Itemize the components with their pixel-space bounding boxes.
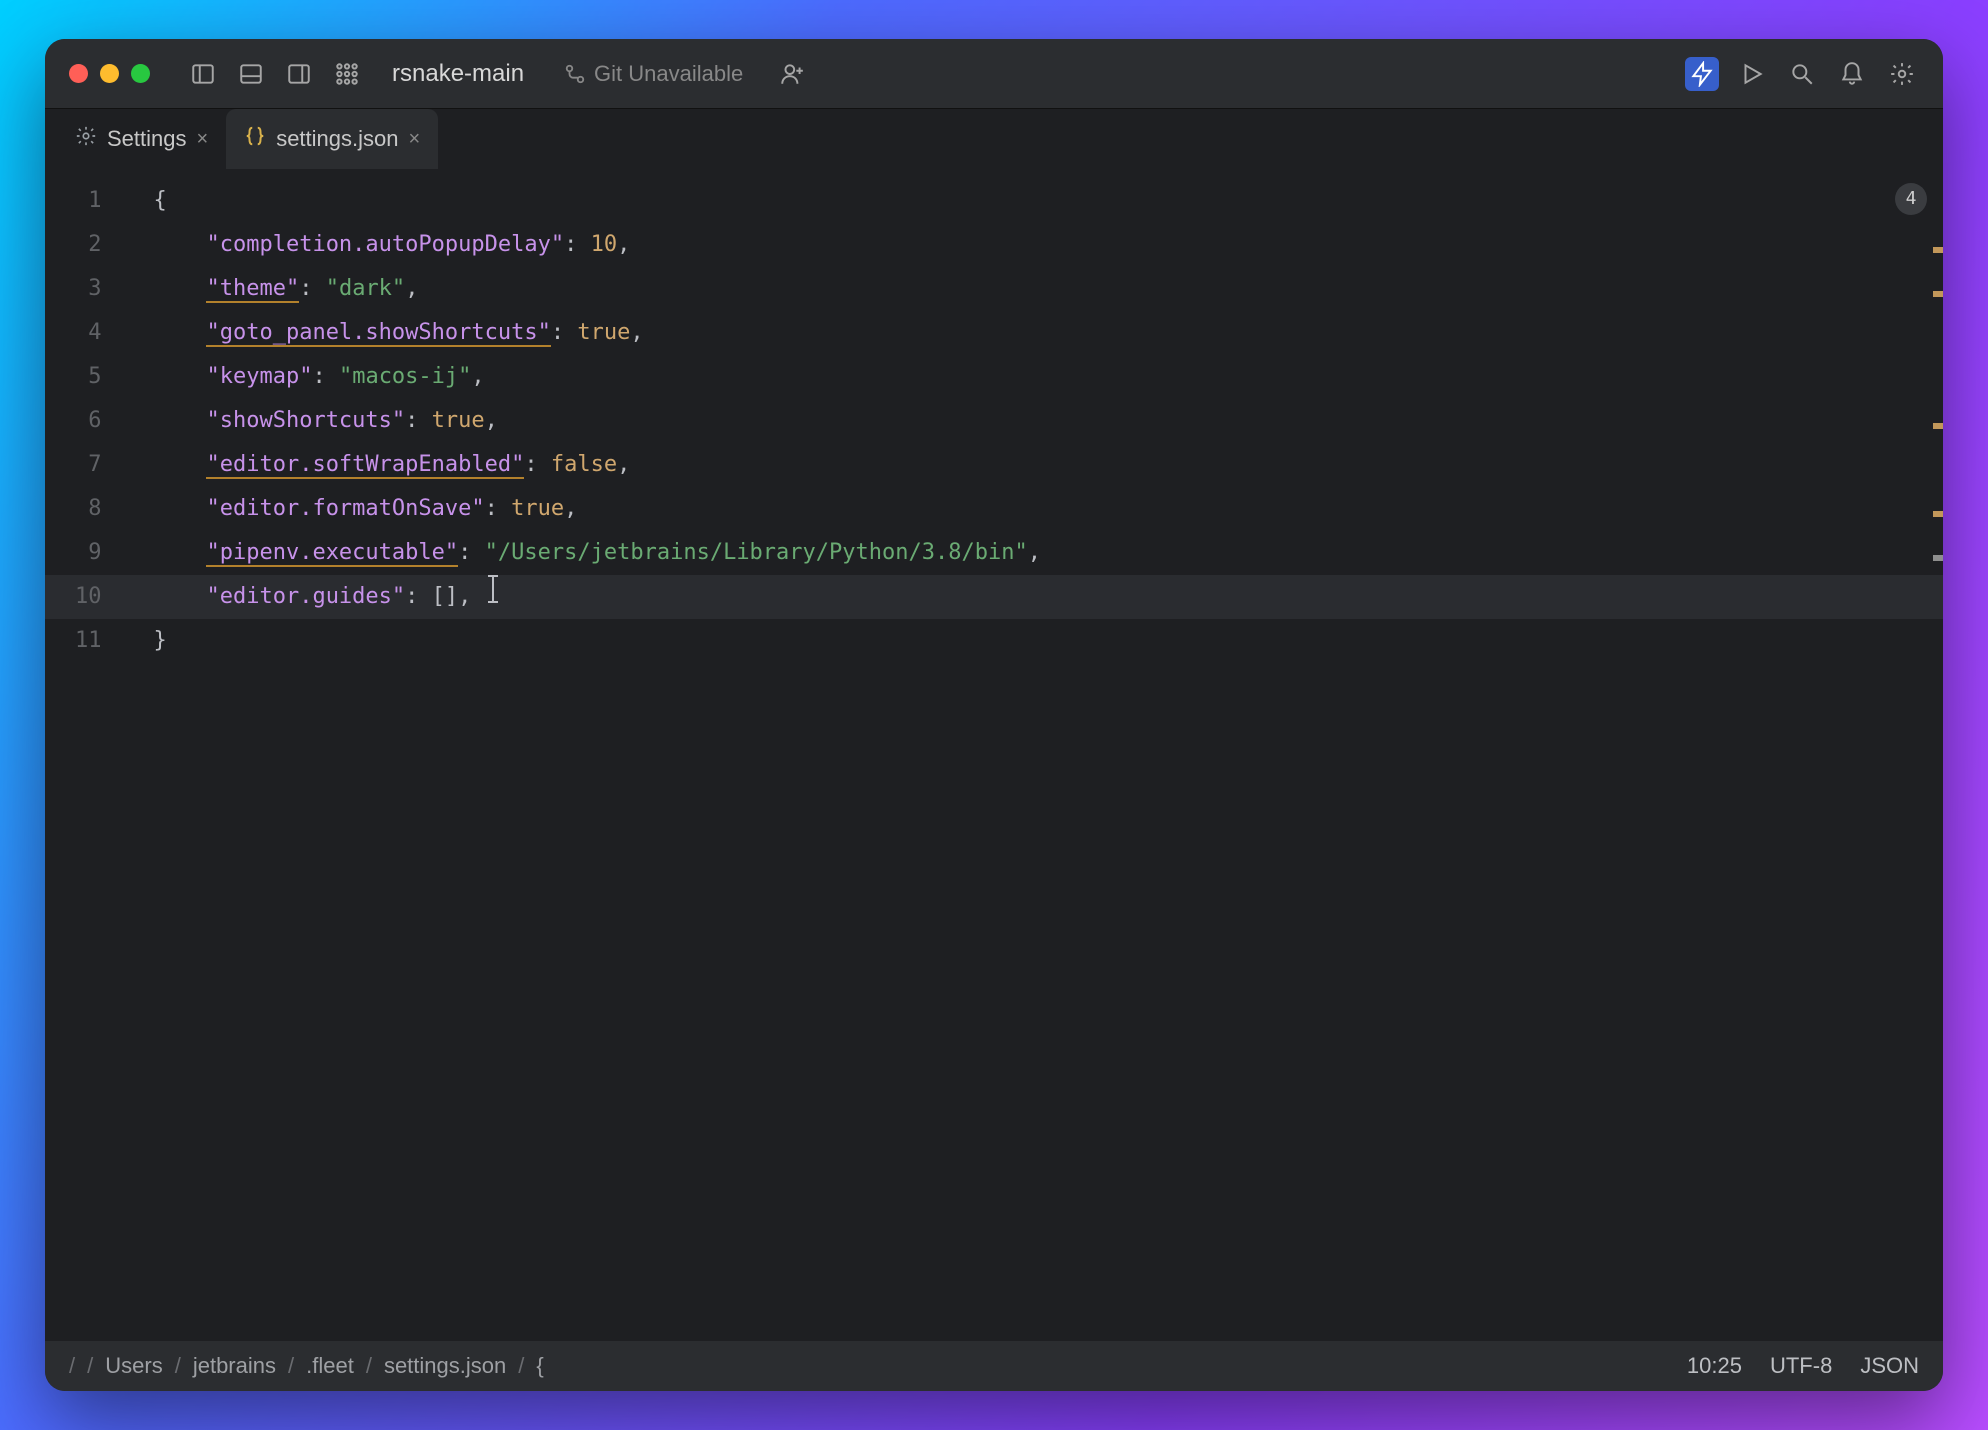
- close-tab-icon[interactable]: ×: [197, 128, 209, 151]
- code-line[interactable]: "pipenv.executable": "/Users/jetbrains/L…: [154, 531, 1944, 575]
- tab-label: Settings: [107, 126, 187, 152]
- file-encoding[interactable]: UTF-8: [1770, 1353, 1832, 1379]
- breadcrumb[interactable]: / / Users / jetbrains / .fleet / settings.json / {: [69, 1353, 544, 1379]
- line-gutter: 1234567891011: [45, 169, 124, 1341]
- breadcrumb-separator: /: [366, 1353, 372, 1379]
- code-line[interactable]: "theme": "dark",: [154, 267, 1944, 311]
- breadcrumb-segment[interactable]: settings.json: [384, 1353, 506, 1379]
- run-icon[interactable]: [1735, 57, 1769, 91]
- titlebar: rsnake-main Git Unavailable: [45, 39, 1943, 109]
- code-line[interactable]: {: [154, 179, 1944, 223]
- gear-icon: [75, 125, 97, 153]
- tab-settings[interactable]: Settings ×: [57, 109, 226, 169]
- tab-settings-json[interactable]: settings.json ×: [226, 109, 438, 169]
- code-area[interactable]: { "completion.autoPopupDelay": 10, "them…: [124, 169, 1944, 1341]
- notifications-icon[interactable]: [1835, 57, 1869, 91]
- tab-label: settings.json: [276, 126, 398, 152]
- cursor-position[interactable]: 10:25: [1687, 1353, 1742, 1379]
- breadcrumb-separator: /: [69, 1353, 75, 1379]
- git-status-label: Git Unavailable: [594, 61, 743, 87]
- breadcrumb-separator: /: [87, 1353, 93, 1379]
- bottom-panel-toggle-icon[interactable]: [234, 57, 268, 91]
- text-cursor-icon: [485, 575, 501, 603]
- git-status[interactable]: Git Unavailable: [564, 61, 743, 87]
- apps-grid-icon[interactable]: [330, 57, 364, 91]
- zoom-window-button[interactable]: [131, 64, 150, 83]
- app-window: rsnake-main Git Unavailable: [45, 39, 1943, 1391]
- code-line[interactable]: "editor.formatOnSave": true,: [154, 487, 1944, 531]
- smart-mode-icon[interactable]: [1685, 57, 1719, 91]
- breadcrumb-separator: /: [518, 1353, 524, 1379]
- right-panel-toggle-icon[interactable]: [282, 57, 316, 91]
- code-line[interactable]: "goto_panel.showShortcuts": true,: [154, 311, 1944, 355]
- code-line[interactable]: }: [154, 619, 1944, 663]
- tab-bar: Settings × settings.json ×: [45, 109, 1943, 169]
- breadcrumb-segment[interactable]: .fleet: [306, 1353, 354, 1379]
- status-bar: / / Users / jetbrains / .fleet / settings.json / {…: [45, 1341, 1943, 1391]
- settings-gear-icon[interactable]: [1885, 57, 1919, 91]
- breadcrumb-segment[interactable]: {: [536, 1353, 543, 1379]
- code-line[interactable]: "completion.autoPopupDelay": 10,: [154, 223, 1944, 267]
- breadcrumb-segment[interactable]: jetbrains: [193, 1353, 276, 1379]
- minimize-window-button[interactable]: [100, 64, 119, 83]
- close-window-button[interactable]: [69, 64, 88, 83]
- code-line[interactable]: "showShortcuts": true,: [154, 399, 1944, 443]
- code-line[interactable]: "keymap": "macos-ij",: [154, 355, 1944, 399]
- breadcrumb-segment[interactable]: Users: [105, 1353, 162, 1379]
- left-panel-toggle-icon[interactable]: [186, 57, 220, 91]
- project-name[interactable]: rsnake-main: [392, 60, 524, 88]
- code-line[interactable]: "editor.softWrapEnabled": false,: [154, 443, 1944, 487]
- braces-icon: [244, 125, 266, 153]
- window-controls: [69, 64, 150, 83]
- code-editor[interactable]: 1234567891011 { "completion.autoPopupDel…: [45, 169, 1943, 1341]
- file-language[interactable]: JSON: [1860, 1353, 1919, 1379]
- close-tab-icon[interactable]: ×: [408, 128, 420, 151]
- breadcrumb-separator: /: [175, 1353, 181, 1379]
- add-collaborator-icon[interactable]: [775, 57, 809, 91]
- code-line[interactable]: "editor.guides": [],: [154, 575, 1944, 619]
- search-icon[interactable]: [1785, 57, 1819, 91]
- breadcrumb-separator: /: [288, 1353, 294, 1379]
